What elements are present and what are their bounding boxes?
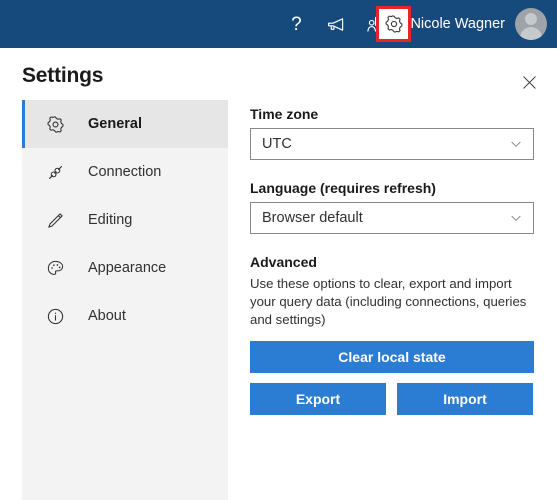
user-name-label: Nicole Wagner bbox=[410, 16, 505, 32]
sidebar-item-label: General bbox=[88, 116, 142, 132]
top-navigation-bar: ? Nicole Wagner bbox=[0, 0, 557, 48]
megaphone-icon[interactable] bbox=[319, 7, 353, 41]
sidebar-item-editing[interactable]: Editing bbox=[22, 196, 228, 244]
chevron-down-icon bbox=[509, 211, 523, 225]
avatar-head bbox=[525, 13, 537, 25]
clear-local-state-button[interactable]: Clear local state bbox=[250, 341, 534, 373]
palette-icon bbox=[44, 257, 66, 279]
page-title: Settings bbox=[22, 64, 104, 87]
settings-sidebar: General Connection Editing Appearance Ab… bbox=[22, 100, 228, 500]
close-icon[interactable] bbox=[517, 70, 541, 94]
timezone-value: UTC bbox=[262, 136, 292, 152]
plug-icon bbox=[44, 161, 66, 183]
gear-icon[interactable] bbox=[376, 6, 411, 42]
language-label: Language (requires refresh) bbox=[250, 180, 436, 196]
timezone-label: Time zone bbox=[250, 106, 319, 122]
sidebar-item-label: Editing bbox=[88, 212, 133, 228]
sidebar-item-general[interactable]: General bbox=[22, 100, 228, 148]
advanced-section-title: Advanced bbox=[250, 254, 317, 270]
help-icon[interactable]: ? bbox=[279, 7, 313, 41]
import-button[interactable]: Import bbox=[397, 383, 533, 415]
info-circle-icon bbox=[44, 305, 66, 327]
sidebar-item-label: Appearance bbox=[88, 260, 167, 276]
chevron-down-icon bbox=[509, 137, 523, 151]
avatar-body bbox=[520, 27, 542, 40]
advanced-section-description: Use these options to clear, export and i… bbox=[250, 276, 527, 327]
sidebar-item-label: Connection bbox=[88, 164, 162, 180]
sidebar-item-about[interactable]: About bbox=[22, 292, 228, 340]
settings-general-panel: Time zone UTC Language (requires refresh… bbox=[250, 106, 534, 415]
avatar[interactable] bbox=[515, 8, 547, 40]
language-dropdown[interactable]: Browser default bbox=[250, 202, 534, 234]
sidebar-item-connection[interactable]: Connection bbox=[22, 148, 228, 196]
gear-icon bbox=[44, 113, 66, 135]
pencil-icon bbox=[44, 209, 66, 231]
export-button[interactable]: Export bbox=[250, 383, 386, 415]
sidebar-item-appearance[interactable]: Appearance bbox=[22, 244, 228, 292]
sidebar-item-label: About bbox=[88, 308, 126, 324]
export-import-button-row: Export Import bbox=[250, 383, 534, 415]
timezone-dropdown[interactable]: UTC bbox=[250, 128, 534, 160]
help-icon-glyph: ? bbox=[291, 13, 302, 35]
language-value: Browser default bbox=[262, 210, 363, 226]
